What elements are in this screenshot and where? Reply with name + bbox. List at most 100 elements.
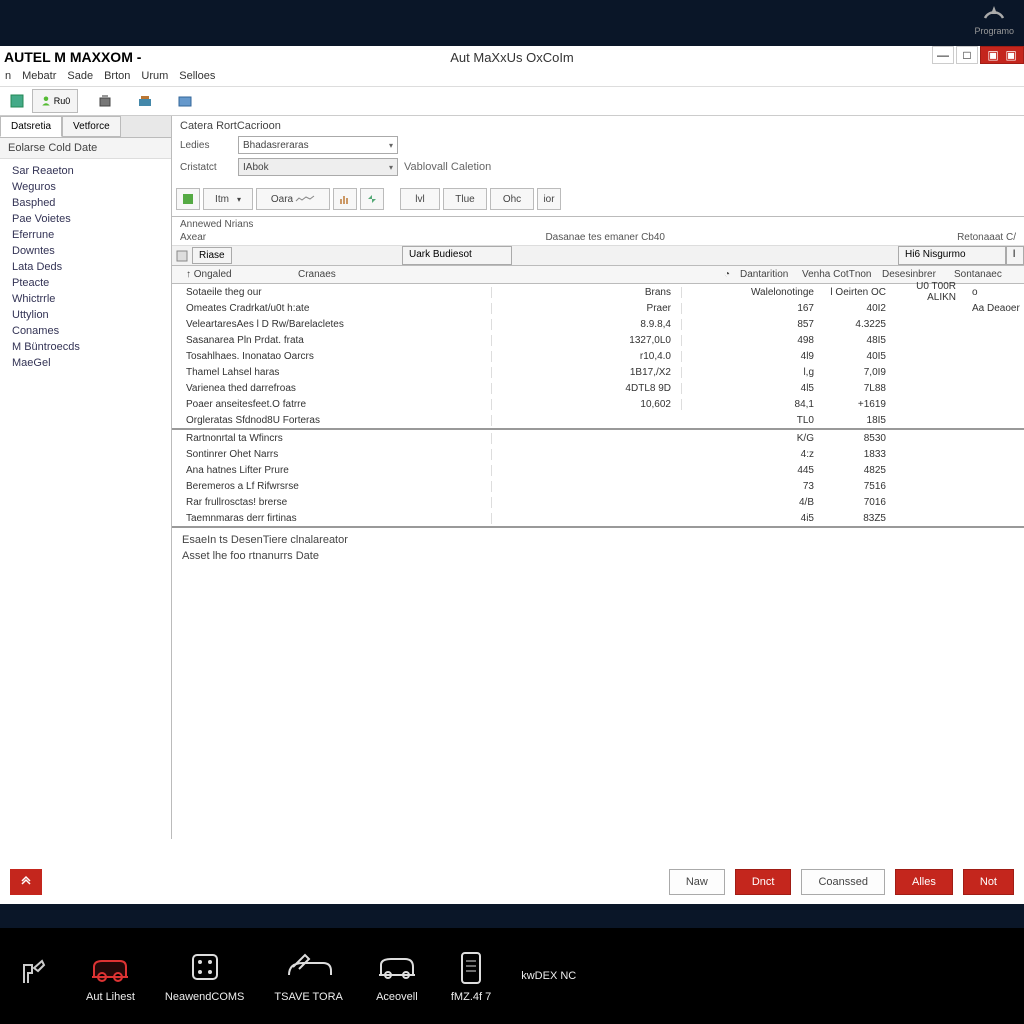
- sidebar: Datsretia Vetforce Eolarse Cold Date Sar…: [0, 116, 172, 839]
- sidebar-item[interactable]: Conames: [0, 323, 171, 339]
- mini-btn[interactable]: Oara: [256, 188, 330, 210]
- col-header[interactable]: ↑ Ongaled: [172, 269, 298, 280]
- table-row[interactable]: Rartnonrtal ta WfincrsK/G8530: [172, 430, 1024, 446]
- mini-btn[interactable]: [333, 188, 357, 210]
- col-button[interactable]: l: [1006, 246, 1024, 265]
- sidebar-item[interactable]: M Büntroecds: [0, 339, 171, 355]
- not-button[interactable]: Not: [963, 869, 1014, 895]
- sidebar-item[interactable]: Lata Deds: [0, 259, 171, 275]
- menu-item[interactable]: Sade: [64, 68, 96, 86]
- new-button[interactable]: Naw: [669, 869, 725, 895]
- direct-button[interactable]: Dnct: [735, 869, 792, 895]
- connected-button[interactable]: Coanssed: [801, 869, 885, 895]
- app-title: AUTEL M MAXXOM -: [0, 49, 141, 65]
- close-button[interactable]: ▣▣: [980, 46, 1024, 64]
- sidebar-item[interactable]: MaeGel: [0, 355, 171, 371]
- dock-item[interactable]: Aceovell: [373, 949, 421, 1003]
- tool-icon[interactable]: [132, 89, 158, 113]
- menu-item[interactable]: Brton: [101, 68, 133, 86]
- sidebar-tab[interactable]: Vetforce: [62, 116, 121, 137]
- dock-item[interactable]: NeawendCOMS: [165, 949, 244, 1003]
- section-title: Catera RortCacrioon: [180, 120, 1016, 136]
- sidebar-item[interactable]: Pae Voietes: [0, 211, 171, 227]
- titlebar: AUTEL M MAXXOM - Aut MaXxUs OxCoIm — □ ▣…: [0, 46, 1024, 68]
- notes-panel: EsaeIn ts DesenTiere clnalareator Asset …: [172, 526, 1024, 746]
- cristatt-select[interactable]: IAbok▾: [238, 158, 398, 176]
- mini-btn[interactable]: [360, 188, 384, 210]
- table-row[interactable]: Sontinrer Ohet Narrs4:z1833: [172, 446, 1024, 462]
- tool-run-button[interactable]: Ru0: [32, 89, 78, 113]
- table-row[interactable]: Tosahlhaes. Inonatao Oarcrsr10,4.04l940I…: [172, 348, 1024, 364]
- table-row[interactable]: VeleartaresAes l D Rw/Barelacletes8.9.8,…: [172, 316, 1024, 332]
- col-header[interactable]: Sontanaec: [954, 269, 1024, 280]
- footer: Naw Dnct Coanssed Alles Not: [0, 866, 1024, 898]
- mini-btn[interactable]: Tlue: [443, 188, 487, 210]
- mini-toolbar: Itm▾ Oara lvl Tlue Ohc ior: [172, 184, 1024, 216]
- sidebar-item[interactable]: Weguros: [0, 179, 171, 195]
- col-header[interactable]: Cranaes: [298, 269, 404, 280]
- field-label: Ledies: [180, 140, 232, 151]
- allow-button[interactable]: Alles: [895, 869, 953, 895]
- menu-item[interactable]: n: [2, 68, 14, 86]
- col-button[interactable]: Riase: [192, 247, 232, 264]
- field-label: Cristatct: [180, 162, 232, 173]
- chevron-down-icon: ▾: [389, 141, 393, 150]
- table-caption: Annewed Nrians: [180, 219, 253, 230]
- table-row[interactable]: Thamel Lahsel haras1B17,/X2l,g7,0I9: [172, 364, 1024, 380]
- chevron-down-icon: ▾: [389, 163, 393, 172]
- table-row[interactable]: Poaer anseitesfeet.O fatrre10,60284,1+16…: [172, 396, 1024, 412]
- table-row[interactable]: Ana hatnes Lifter Prure4454825: [172, 462, 1024, 478]
- minimize-button[interactable]: —: [932, 46, 954, 64]
- col-header[interactable]: Desesinbrer: [882, 269, 954, 280]
- sidebar-item[interactable]: Whictrrle: [0, 291, 171, 307]
- table-row[interactable]: Sotaeile theg ourBransWalelonotingel Oei…: [172, 284, 1024, 300]
- tool-icon[interactable]: [4, 89, 30, 113]
- menu-item[interactable]: Selloes: [176, 68, 218, 86]
- sidebar-tab[interactable]: Datsretia: [0, 116, 62, 137]
- tool-icon[interactable]: [92, 89, 118, 113]
- sidebar-item[interactable]: Uttylion: [0, 307, 171, 323]
- dock-item[interactable]: kwDEX NC: [521, 970, 576, 982]
- collapse-button[interactable]: [10, 869, 42, 895]
- notes-line: Asset lhe foo rtnanurrs Date: [182, 550, 1014, 562]
- brand-logo: Programo: [974, 2, 1014, 36]
- content-panel: Catera RortCacrioon Ledies Bhadasreraras…: [172, 116, 1024, 839]
- table-row[interactable]: Beremeros a Lf Rifwrsrse737516: [172, 478, 1024, 494]
- table-row[interactable]: Orgleratas Sfdnod8U ForterasTL018I5: [172, 412, 1024, 428]
- tool-icon[interactable]: [172, 89, 198, 113]
- table-area: Annewed Nrians Axear Dasanae tes emaner …: [172, 216, 1024, 526]
- menu-item[interactable]: Mebatr: [19, 68, 59, 86]
- col-header[interactable]: Venha CotTnon: [802, 269, 882, 280]
- sidebar-item[interactable]: Eferrune: [0, 227, 171, 243]
- sidebar-item[interactable]: Sar Reaeton: [0, 163, 171, 179]
- sidebar-item[interactable]: Downtes: [0, 243, 171, 259]
- dock-item[interactable]: fMZ.4f 7: [451, 949, 491, 1003]
- dock-item[interactable]: [14, 953, 56, 999]
- menubar: n Mebatr Sade Brton Urum Selloes: [0, 68, 1024, 86]
- table-row[interactable]: Rar frullrosctas! brerse4/B7016: [172, 494, 1024, 510]
- maximize-button[interactable]: □: [956, 46, 978, 64]
- mini-btn[interactable]: lvl: [400, 188, 440, 210]
- table-row[interactable]: Taemnmaras derr firtinas4i583Z5: [172, 510, 1024, 526]
- mini-btn[interactable]: ior: [537, 188, 561, 210]
- dock: Aut Lihest NeawendCOMS TSAVE TORA Aceove…: [0, 928, 1024, 1024]
- side-label: Vablovall Caletion: [404, 161, 491, 173]
- notes-line: EsaeIn ts DesenTiere clnalareator: [182, 534, 1014, 546]
- table-caption: Retonaaat C/: [957, 232, 1016, 243]
- dock-item[interactable]: Aut Lihest: [86, 949, 135, 1003]
- table-row[interactable]: Sasanarea Pln Prdat. frata1327,0L049848I…: [172, 332, 1024, 348]
- sidebar-item[interactable]: Pteacte: [0, 275, 171, 291]
- leches-select[interactable]: Bhadasreraras▾: [238, 136, 398, 154]
- col-button[interactable]: Uark Budiesot: [402, 246, 512, 265]
- table-caption: Axear: [180, 232, 253, 243]
- sidebar-item[interactable]: Basphed: [0, 195, 171, 211]
- dock-item[interactable]: TSAVE TORA: [274, 949, 342, 1003]
- sidebar-header: Eolarse Cold Date: [0, 138, 171, 159]
- mini-btn[interactable]: [176, 188, 200, 210]
- table-row[interactable]: Varienea thed darrefroas4DTL8 9D4l57L88: [172, 380, 1024, 396]
- col-button[interactable]: Hi6 Nisgurmo: [898, 246, 1006, 265]
- col-header[interactable]: Dantarition: [740, 269, 802, 280]
- menu-item[interactable]: Urum: [138, 68, 171, 86]
- mini-btn[interactable]: Ohc: [490, 188, 534, 210]
- mini-btn[interactable]: Itm▾: [203, 188, 253, 210]
